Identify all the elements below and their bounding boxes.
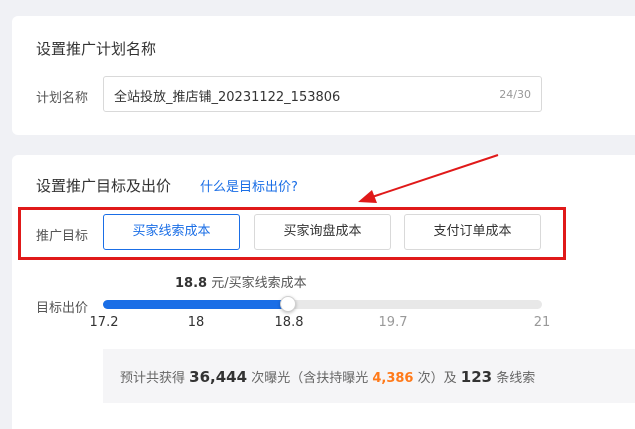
slider-tick-2: 18.8	[274, 315, 304, 330]
bid-slider-fill	[103, 300, 288, 309]
plan-name-value: 全站投放_推店铺_20231122_153806	[114, 90, 341, 105]
plan-name-input[interactable]: 全站投放_推店铺_20231122_153806 24/30	[103, 76, 542, 112]
bid-slider-track[interactable]	[103, 296, 542, 312]
estimate-support-exposure: 4,386	[372, 371, 414, 386]
slider-tick-1: 18	[187, 315, 205, 330]
estimate-exposure: 36,444	[189, 368, 248, 386]
bid-help-link[interactable]: 什么是目标出价?	[200, 176, 298, 195]
estimate-prefix: 预计共获得	[120, 371, 186, 386]
slider-tick-3: 19.7	[378, 315, 408, 330]
bid-value-display: 18.8 元/买家线索成本	[175, 272, 307, 291]
slider-tick-0: 17.2	[89, 315, 119, 330]
highlight-box	[18, 207, 566, 260]
goal-section-title: 设置推广目标及出价	[36, 177, 172, 195]
plan-name-card: 设置推广计划名称 计划名称 全站投放_推店铺_20231122_153806 2…	[12, 16, 635, 135]
char-count: 24/30	[499, 88, 531, 101]
bid-unit: 元/买家线索成本	[211, 276, 307, 291]
slider-tick-4: 21	[533, 315, 551, 330]
bid-label: 目标出价	[36, 301, 89, 316]
estimate-leads-unit: 条线索	[496, 371, 536, 386]
estimate-leads: 123	[460, 368, 493, 386]
estimate-text: 预计共获得 36,444 次曝光（含扶持曝光 4,386 次）及 123 条线索	[120, 367, 535, 386]
estimate-exposure-unit: 次曝光（含扶持曝光	[251, 371, 369, 386]
plan-name-section-title: 设置推广计划名称	[36, 40, 157, 58]
estimate-panel: 预计共获得 36,444 次曝光（含扶持曝光 4,386 次）及 123 条线索	[103, 349, 635, 403]
plan-name-label: 计划名称	[36, 91, 89, 106]
bid-value: 18.8	[175, 276, 208, 291]
bid-slider-thumb[interactable]	[280, 296, 296, 312]
estimate-support-suffix: 次）及	[417, 371, 457, 386]
